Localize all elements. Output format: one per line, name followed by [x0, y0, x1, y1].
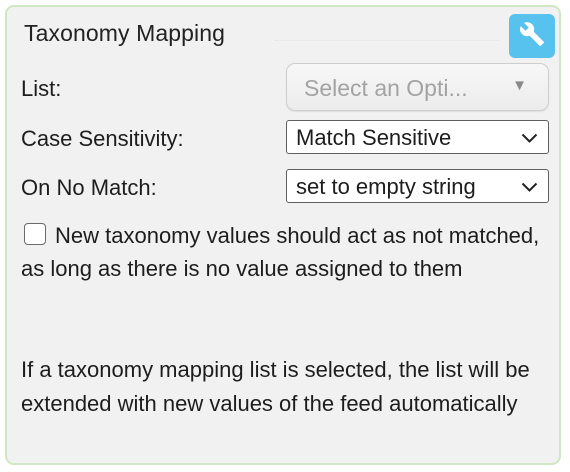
case-sensitivity-label: Case Sensitivity:: [21, 126, 184, 151]
taxonomy-mapping-panel: Taxonomy Mapping List: Select an Opti...…: [5, 5, 561, 465]
chevron-down-icon: [521, 131, 538, 149]
panel-title: Taxonomy Mapping: [24, 20, 226, 46]
list-select: Select an Opti... ▼: [286, 63, 549, 111]
wrench-icon: [519, 21, 545, 52]
on-no-match-select[interactable]: set to empty string: [286, 169, 549, 203]
new-values-checkbox[interactable]: [24, 223, 46, 245]
new-values-checkbox-label: New taxonomy values should act as not ma…: [21, 223, 540, 281]
case-sensitivity-select[interactable]: Match Sensitive: [286, 120, 549, 154]
on-no-match-value: set to empty string: [296, 174, 476, 199]
case-sensitivity-value: Match Sensitive: [296, 125, 452, 150]
title-divider: [275, 40, 499, 41]
list-label: List:: [21, 76, 62, 101]
list-select-placeholder: Select an Opti...: [304, 75, 468, 101]
settings-button[interactable]: [509, 14, 555, 58]
triangle-down-icon: ▼: [512, 77, 527, 94]
info-text: If a taxonomy mapping list is selected, …: [21, 357, 530, 416]
on-no-match-label: On No Match:: [21, 175, 157, 200]
chevron-down-icon: [521, 180, 538, 198]
